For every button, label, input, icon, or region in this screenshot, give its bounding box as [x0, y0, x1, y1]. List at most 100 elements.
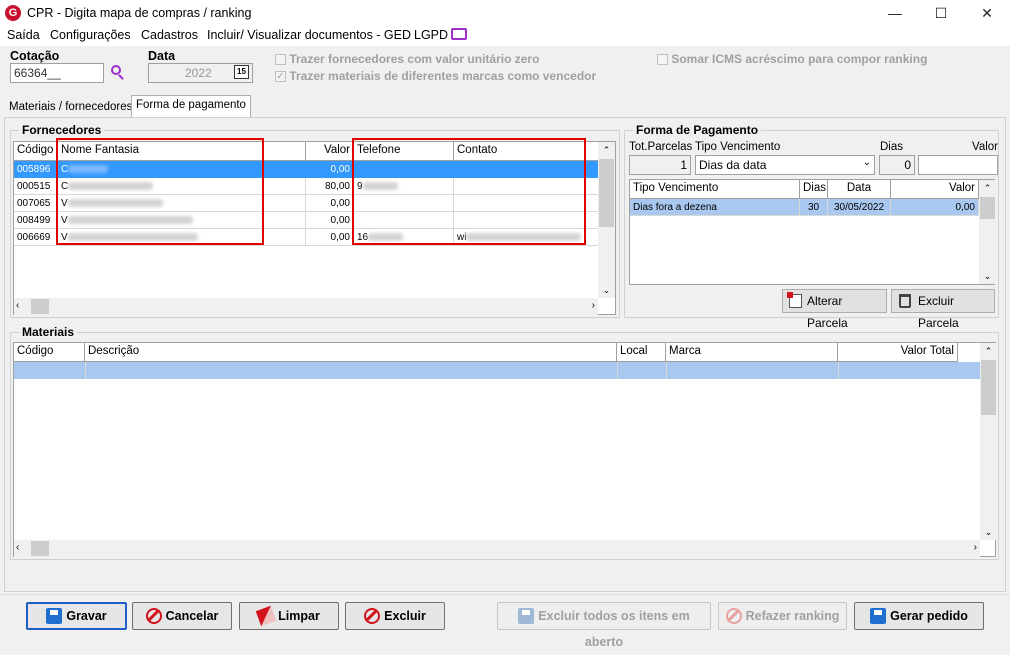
excluir-label: Excluir	[384, 609, 426, 623]
col-descricao[interactable]: Descrição	[85, 343, 617, 362]
calendar-icon[interactable]: 15	[234, 65, 249, 79]
minimize-icon[interactable]: —	[872, 0, 918, 27]
excluir-todos-button[interactable]: Excluir todos os itens em aberto	[497, 602, 711, 649]
cell-codigo: 008499	[14, 212, 58, 229]
tipo-vencimento-select[interactable]: Dias da data ⌄	[695, 155, 875, 175]
scroll-left-icon[interactable]: ‹	[16, 540, 19, 556]
col-valor[interactable]: Valor	[306, 142, 354, 161]
parcelas-grid[interactable]: Tipo Vencimento Dias Data Valor Dias for…	[629, 179, 996, 285]
menu-ged[interactable]: Incluir/ Visualizar documentos - GED	[207, 28, 411, 42]
tab-forma-pagamento[interactable]: Forma de pagamento	[131, 95, 251, 118]
scroll-thumb[interactable]	[599, 159, 614, 227]
option-zero-label: Trazer fornecedores com valor unitário z…	[289, 52, 540, 66]
parcelas-vscroll[interactable]: ⌃ ⌄	[979, 180, 996, 284]
tot-parcelas-label: Tot.Parcelas	[629, 141, 693, 153]
scroll-up-icon[interactable]: ⌃	[598, 142, 615, 158]
cotacao-input[interactable]: 66364__	[10, 63, 104, 83]
col-local[interactable]: Local	[617, 343, 666, 362]
cell-tipo: Dias fora a dezena	[630, 199, 800, 216]
refazer-ranking-button[interactable]: Refazer ranking	[718, 602, 847, 630]
cell-telefone	[354, 161, 454, 178]
edit-document-icon	[787, 292, 802, 308]
cell-nome: V	[58, 229, 306, 246]
col-valor-total[interactable]: Valor Total	[838, 343, 958, 362]
dias-input[interactable]: 0	[879, 155, 915, 175]
menu-cadastros[interactable]: Cadastros	[141, 28, 198, 42]
alterar-parcela-button[interactable]: Alterar Parcela	[782, 289, 887, 330]
scroll-down-icon[interactable]: ⌄	[980, 524, 997, 540]
scroll-down-icon[interactable]: ⌄	[979, 268, 996, 284]
cell-valor: 80,00	[306, 178, 354, 195]
scroll-right-icon[interactable]: ›	[592, 298, 595, 314]
chevron-down-icon[interactable]: ⌄	[863, 157, 871, 168]
scroll-up-icon[interactable]: ⌃	[979, 180, 996, 196]
scroll-up-icon[interactable]: ⌃	[980, 343, 997, 359]
cell-contato	[454, 212, 599, 229]
gravar-button[interactable]: Gravar	[26, 602, 127, 630]
menu-saida[interactable]: Saída	[7, 28, 40, 42]
scroll-right-icon[interactable]: ›	[974, 540, 977, 556]
col-codigo-material[interactable]: Código	[14, 343, 85, 362]
scroll-thumb[interactable]	[31, 299, 49, 314]
tot-parcelas-input[interactable]: 1	[629, 155, 691, 175]
limpar-button[interactable]: Limpar	[239, 602, 339, 630]
scroll-thumb[interactable]	[31, 541, 49, 556]
cancel-icon	[725, 607, 742, 624]
option-zero[interactable]: Trazer fornecedores com valor unitário z…	[275, 52, 539, 66]
tab-materiais[interactable]: Materiais / fornecedores	[4, 97, 137, 118]
fornecedores-grid[interactable]: Código Nome Fantasia Valor Telefone Cont…	[13, 141, 616, 315]
cell-valor: 0,00	[306, 161, 354, 178]
checkbox-marcas[interactable]: ✓	[275, 71, 286, 83]
checkbox-icms[interactable]	[657, 54, 668, 66]
valor-input[interactable]	[918, 155, 998, 175]
menu-bar: Saída Configurações Cadastros Incluir/ V…	[0, 27, 1010, 46]
table-row[interactable]	[14, 362, 980, 379]
option-icms-label: Somar ICMS acréscimo para compor ranking	[671, 52, 928, 66]
materiais-vscroll[interactable]: ⌃ ⌄	[980, 343, 997, 540]
fornecedores-hscroll[interactable]: ‹ ›	[14, 298, 598, 315]
scroll-thumb[interactable]	[980, 197, 995, 219]
col-tipo-vencimento[interactable]: Tipo Vencimento	[630, 180, 800, 199]
scroll-down-icon[interactable]: ⌄	[598, 282, 615, 298]
scroll-left-icon[interactable]: ‹	[16, 298, 19, 314]
col-nome-fantasia[interactable]: Nome Fantasia	[58, 142, 306, 161]
eraser-icon	[255, 605, 277, 626]
col-data[interactable]: Data	[828, 180, 891, 199]
col-marca[interactable]: Marca	[666, 343, 838, 362]
close-icon[interactable]: ✕	[964, 0, 1010, 27]
monitor-icon[interactable]	[451, 28, 467, 40]
search-icon[interactable]	[110, 64, 126, 80]
save-icon	[870, 607, 887, 624]
cell-nome: V	[58, 212, 306, 229]
col-codigo[interactable]: Código	[14, 142, 58, 161]
dias-label: Dias	[880, 141, 904, 153]
gerar-pedido-button[interactable]: Gerar pedido	[854, 602, 984, 630]
excluir-todos-label: Excluir todos os itens em aberto	[538, 609, 690, 649]
cell-contato	[454, 178, 599, 195]
cell-codigo: 007065	[14, 195, 58, 212]
excluir-parcela-button[interactable]: Excluir Parcela	[891, 289, 995, 330]
col-contato[interactable]: Contato	[454, 142, 599, 161]
option-marcas[interactable]: ✓ Trazer materiais de diferentes marcas …	[275, 69, 596, 83]
alterar-parcela-label: Alterar Parcela	[807, 294, 848, 330]
cell-data: 30/05/2022	[828, 199, 891, 216]
cancelar-label: Cancelar	[165, 609, 219, 623]
data-label: Data	[148, 49, 176, 63]
fornecedores-vscroll[interactable]: ⌃ ⌄	[598, 142, 615, 298]
maximize-icon[interactable]: ☐	[918, 0, 964, 27]
materiais-grid[interactable]: Código Descrição Local Marca Valor Total…	[13, 342, 997, 557]
col-telefone[interactable]: Telefone	[354, 142, 454, 161]
materiais-hscroll[interactable]: ‹ ›	[14, 540, 980, 557]
checkbox-zero[interactable]	[275, 54, 286, 66]
col-dias[interactable]: Dias	[800, 180, 828, 199]
menu-configuracoes[interactable]: Configurações	[50, 28, 131, 42]
menu-lgpd[interactable]: LGPD	[414, 28, 448, 42]
col-valor-parcela[interactable]: Valor	[891, 180, 979, 199]
cancelar-button[interactable]: Cancelar	[132, 602, 232, 630]
refazer-label: Refazer ranking	[745, 609, 840, 623]
excluir-button[interactable]: Excluir	[345, 602, 445, 630]
scroll-thumb[interactable]	[981, 360, 996, 415]
option-icms[interactable]: Somar ICMS acréscimo para compor ranking	[657, 52, 927, 66]
cell-codigo: 000515	[14, 178, 58, 195]
limpar-label: Limpar	[278, 609, 320, 623]
